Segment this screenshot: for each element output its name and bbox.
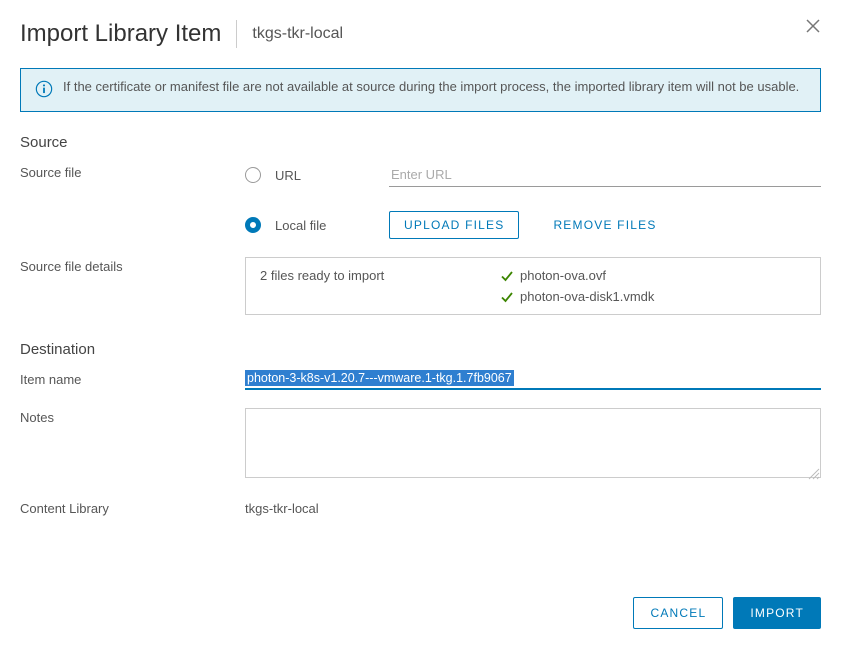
source-local-file-radio[interactable] (245, 217, 261, 233)
upload-files-button[interactable]: UPLOAD FILES (389, 211, 519, 239)
source-url-radio[interactable] (245, 167, 261, 183)
info-banner: If the certificate or manifest file are … (20, 68, 821, 112)
file-item: photon-ova.ovf (500, 268, 654, 283)
content-library-label: Content Library (20, 499, 245, 516)
close-button[interactable] (805, 18, 821, 37)
notes-textarea[interactable] (245, 408, 821, 478)
file-name: photon-ova.ovf (520, 268, 606, 283)
check-icon (500, 290, 514, 304)
destination-heading: Destination (20, 341, 821, 358)
source-file-details-label: Source file details (20, 257, 245, 274)
dialog-title: Import Library Item (20, 20, 237, 48)
source-file-label: Source file (20, 163, 245, 180)
source-url-input[interactable] (389, 163, 821, 187)
source-heading: Source (20, 134, 821, 151)
file-name: photon-ova-disk1.vmdk (520, 289, 654, 304)
content-library-value: tkgs-tkr-local (245, 499, 821, 516)
import-button[interactable]: IMPORT (733, 597, 821, 629)
check-icon (500, 269, 514, 283)
file-details-box: 2 files ready to import photon-ova.ovf p… (245, 257, 821, 315)
cancel-button[interactable]: CANCEL (633, 597, 723, 629)
remove-files-button[interactable]: REMOVE FILES (549, 212, 660, 238)
source-local-file-radio-label: Local file (275, 218, 375, 233)
info-banner-text: If the certificate or manifest file are … (63, 79, 799, 94)
item-name-input[interactable]: photon-3-k8s-v1.20.7---vmware.1-tkg.1.7f… (245, 370, 821, 390)
resize-handle-icon[interactable] (806, 466, 820, 480)
close-icon (805, 18, 821, 34)
file-details-summary: 2 files ready to import (260, 268, 460, 304)
info-icon (35, 80, 53, 101)
item-name-label: Item name (20, 370, 245, 387)
dialog-footer: CANCEL IMPORT (633, 597, 821, 629)
dialog-header: Import Library Item tkgs-tkr-local (20, 20, 821, 48)
file-item: photon-ova-disk1.vmdk (500, 289, 654, 304)
dialog-subtitle: tkgs-tkr-local (237, 25, 343, 43)
item-name-value: photon-3-k8s-v1.20.7---vmware.1-tkg.1.7f… (245, 370, 514, 386)
notes-label: Notes (20, 408, 245, 425)
source-url-radio-label: URL (275, 168, 375, 183)
